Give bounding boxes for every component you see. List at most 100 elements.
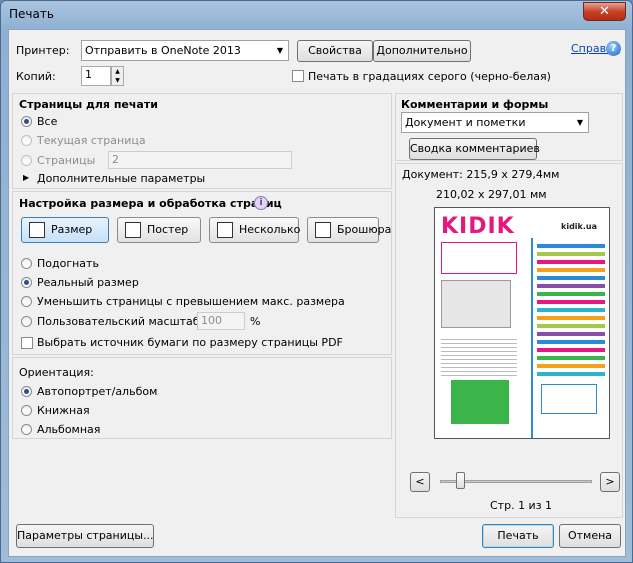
comments-title: Комментарии и формы — [401, 98, 549, 111]
pages-current-label: Текущая страница — [37, 134, 146, 147]
printer-label: Принтер: — [16, 44, 70, 57]
printer-select[interactable]: Отправить в OneNote 2013 ▼ — [81, 40, 289, 61]
pages-range-input[interactable]: 2 — [108, 151, 292, 169]
shrink-radio[interactable] — [21, 296, 32, 307]
size-icon — [29, 222, 45, 238]
page-setup-button[interactable]: Параметры страницы... — [16, 524, 154, 548]
window-title: Печать — [9, 7, 54, 21]
fit-radio[interactable] — [21, 258, 32, 269]
paper-source-checkbox[interactable] — [21, 337, 33, 349]
pages-all-label: Все — [37, 115, 58, 128]
preview-screenshot — [441, 280, 511, 328]
cancel-button[interactable]: Отмена — [559, 524, 621, 548]
orientation-landscape-label: Альбомная — [37, 423, 101, 436]
sizing-panel: Настройка размера и обработка страниц i … — [12, 191, 392, 355]
chevron-down-icon: ▼ — [576, 118, 584, 127]
sizing-title: Настройка размера и обработка страниц — [19, 197, 282, 210]
orientation-portrait-radio[interactable] — [21, 405, 32, 416]
copies-stepper[interactable]: ▲ ▼ — [111, 66, 124, 86]
paper-size: 210,02 x 297,01 мм — [436, 188, 547, 201]
dialog-body: Принтер: Отправить в OneNote 2013 ▼ Свой… — [8, 29, 626, 557]
sizing-tabs: Размер Постер Несколько Брошюра — [21, 217, 391, 243]
actual-size-label: Реальный размер — [37, 276, 139, 289]
document-size: Документ: 215,9 x 279,4мм — [402, 168, 560, 181]
percent-label: % — [250, 315, 261, 328]
preview-text-lines — [441, 336, 517, 376]
expand-triangle-icon[interactable]: ▶ — [23, 173, 29, 182]
poster-icon — [125, 222, 141, 238]
preview-band — [537, 292, 605, 296]
grayscale-checkbox[interactable] — [292, 70, 304, 82]
preview-band — [537, 356, 605, 360]
preview-band — [537, 364, 605, 368]
orientation-auto-label: Автопортрет/альбом — [37, 385, 158, 398]
preview-band — [537, 308, 605, 312]
comments-summary-button[interactable]: Сводка комментариев — [409, 138, 540, 160]
title-bar[interactable]: Печать ✕ — [1, 1, 632, 27]
tab-poster[interactable]: Постер — [117, 217, 201, 243]
preview-band — [537, 252, 605, 256]
print-button[interactable]: Печать — [482, 524, 554, 548]
preview-band — [537, 324, 605, 328]
printer-value: Отправить в OneNote 2013 — [85, 44, 241, 57]
custom-scale-radio[interactable] — [21, 316, 32, 327]
preview-logo-left: KIDIK — [441, 214, 515, 239]
pages-range-label: Страницы — [37, 154, 96, 167]
orientation-landscape-radio[interactable] — [21, 424, 32, 435]
preview-band — [537, 340, 605, 344]
orientation-title: Ориентация: — [19, 366, 94, 379]
print-dialog: Печать ✕ Принтер: Отправить в OneNote 20… — [0, 0, 633, 563]
copies-input[interactable]: 1 — [81, 66, 111, 86]
orientation-portrait-label: Книжная — [37, 404, 90, 417]
pages-all-radio[interactable] — [21, 116, 32, 127]
grayscale-label: Печать в градациях серого (черно-белая) — [308, 70, 551, 83]
preview-band — [537, 372, 605, 376]
tab-multiple[interactable]: Несколько — [209, 217, 300, 243]
fit-label: Подогнать — [37, 257, 99, 270]
page-slider-thumb[interactable] — [456, 472, 465, 489]
chevron-down-icon: ▼ — [276, 46, 284, 55]
booklet-icon — [315, 222, 331, 238]
preview-ruler — [531, 238, 533, 438]
preview-band — [537, 332, 605, 336]
prev-page-button[interactable]: < — [410, 472, 430, 492]
close-button[interactable]: ✕ — [583, 2, 626, 21]
orientation-panel: Ориентация: Автопортрет/альбом Книжная А… — [12, 357, 392, 439]
preview-green-table — [451, 380, 509, 424]
page-counter: Стр. 1 из 1 — [490, 499, 553, 512]
preview-panel: Документ: 215,9 x 279,4мм 210,02 x 297,0… — [395, 163, 623, 518]
preview-foot-figure — [541, 384, 597, 414]
info-icon[interactable]: i — [254, 196, 268, 210]
paper-source-label: Выбрать источник бумаги по размеру стран… — [37, 336, 343, 349]
pages-range-radio[interactable] — [21, 155, 32, 166]
comments-panel: Комментарии и формы Документ и пометки ▼… — [395, 93, 623, 161]
properties-button[interactable]: Свойства — [297, 40, 373, 62]
preview-band — [537, 300, 605, 304]
preview-band — [537, 284, 605, 288]
comments-select[interactable]: Документ и пометки ▼ — [401, 112, 589, 133]
pages-current-radio[interactable] — [21, 135, 32, 146]
custom-scale-label: Пользовательский масштаб: — [37, 315, 204, 328]
tab-size[interactable]: Размер — [21, 217, 109, 243]
preview-band — [537, 268, 605, 272]
pages-panel: Страницы для печати Все Текущая страница… — [12, 93, 392, 189]
preview-band — [537, 316, 605, 320]
help-icon[interactable]: ? — [606, 41, 621, 56]
orientation-auto-radio[interactable] — [21, 386, 32, 397]
preview-band — [537, 260, 605, 264]
preview-band — [537, 348, 605, 352]
advanced-button[interactable]: Дополнительно — [373, 40, 471, 62]
pages-title: Страницы для печати — [19, 98, 158, 111]
tab-booklet[interactable]: Брошюра — [307, 217, 391, 243]
copies-label: Копий: — [16, 70, 56, 83]
preview-band — [537, 276, 605, 280]
actual-size-radio[interactable] — [21, 277, 32, 288]
comments-value: Документ и пометки — [405, 116, 526, 129]
next-page-button[interactable]: > — [600, 472, 620, 492]
preview-page: KIDIK kidik.ua — [434, 207, 610, 439]
shrink-label: Уменьшить страницы с превышением макс. р… — [37, 295, 345, 308]
more-options-link[interactable]: Дополнительные параметры — [37, 172, 205, 185]
custom-scale-input[interactable]: 100 — [197, 312, 245, 330]
preview-band — [537, 244, 605, 248]
preview-warning-box — [441, 242, 517, 274]
